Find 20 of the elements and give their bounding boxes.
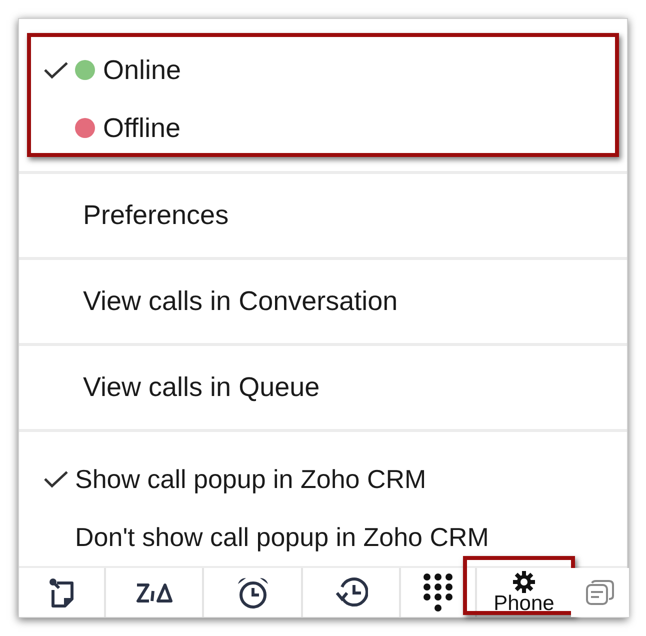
toolbar-button[interactable]	[204, 568, 303, 617]
status-option[interactable]: Online	[19, 41, 627, 99]
note-icon	[48, 578, 76, 608]
alarm-clock-icon	[236, 576, 270, 610]
popup-option[interactable]: Don't show call popup in Zoho CRM	[19, 508, 627, 566]
settings-icon	[513, 571, 535, 593]
zia-logo-icon	[135, 580, 173, 604]
toolbar-button[interactable]	[19, 568, 106, 617]
toolbar-button[interactable]	[303, 568, 401, 617]
status-option[interactable]: Offline	[19, 99, 627, 157]
menu-item[interactable]: Preferences	[19, 174, 627, 257]
toolbar-button[interactable]	[401, 568, 477, 617]
toolbar-button[interactable]	[106, 568, 204, 617]
chat-icon	[585, 580, 615, 606]
popup-option[interactable]: Show call popup in Zoho CRM	[19, 450, 627, 508]
menu-item[interactable]: View calls in Queue	[19, 346, 627, 429]
dialpad-icon	[423, 572, 453, 612]
history-icon	[334, 576, 368, 608]
phone-tab[interactable]: Phone	[477, 568, 571, 617]
menu-item[interactable]: View calls in Conversation	[19, 260, 627, 343]
